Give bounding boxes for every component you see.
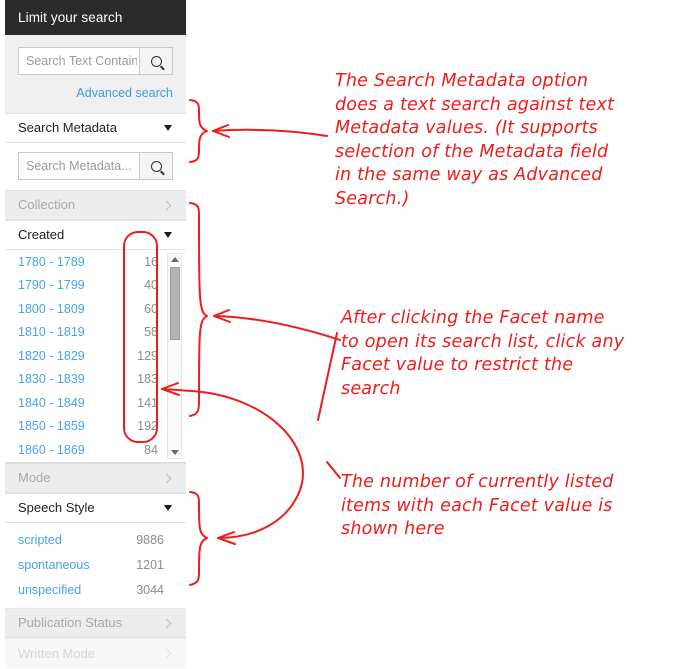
created-facet-row[interactable]: 1860 - 1869 84 [5, 438, 186, 462]
created-facet-count: 60 [144, 301, 158, 316]
created-facet-count: 192 [137, 419, 158, 434]
created-facet-count: 183 [137, 372, 158, 387]
facet-label-collection: Collection [18, 197, 76, 212]
brace-search-metadata [189, 99, 208, 163]
chevron-right-icon [161, 200, 172, 210]
speech-style-facet-row[interactable]: unspecified 3044 [5, 577, 186, 602]
panel-title: Limit your search [5, 0, 186, 35]
created-facet-count: 16 [144, 254, 158, 269]
limit-your-search-panel: Limit your search Advanced search Search… [0, 0, 186, 668]
annotation-note-facet-click: After clicking the Facet name to open it… [341, 308, 625, 399]
created-facet-row[interactable]: 1850 - 1859 192 [5, 415, 186, 439]
speech-style-facet-count: 1201 [136, 557, 164, 572]
created-facet-row[interactable]: 1800 - 1809 60 [5, 297, 186, 321]
facet-header-written-mode[interactable]: Written Mode [5, 638, 186, 668]
facet-header-created[interactable]: Created [5, 220, 186, 250]
created-facet-row[interactable]: 1810 - 1819 58 [5, 321, 186, 345]
created-facet-value[interactable]: 1780 - 1789 [18, 255, 85, 269]
speech-style-facet-count: 3044 [136, 582, 164, 597]
leader-note-facet-click [317, 332, 338, 421]
arrow-note-facet-click [213, 315, 341, 341]
speech-style-facet-value[interactable]: unspecified [18, 583, 81, 597]
speech-style-facet-row[interactable]: scripted 9886 [5, 527, 186, 552]
magnifier-icon [150, 55, 162, 67]
created-facet-row[interactable]: 1820 - 1829 129 [5, 344, 186, 368]
chevron-right-icon [161, 473, 172, 483]
brace-speech-style [189, 491, 208, 586]
chevron-down-icon [164, 505, 172, 511]
search-metadata-submit-button[interactable] [139, 153, 172, 179]
chevron-down-icon [164, 232, 172, 238]
created-facet-value-list: 1780 - 1789 16 1790 - 1799 40 1800 - 1809 60 1… [5, 250, 186, 463]
created-facet-count: 129 [137, 348, 158, 363]
scroll-up-arrow-icon[interactable] [168, 254, 181, 265]
created-facet-value[interactable]: 1820 - 1829 [18, 349, 85, 363]
created-facet-row[interactable]: 1830 - 1839 183 [5, 368, 186, 392]
advanced-search-link[interactable]: Advanced search [76, 86, 173, 100]
created-facet-count: 40 [144, 278, 158, 293]
created-facet-value[interactable]: 1850 - 1859 [18, 419, 85, 433]
search-text-input[interactable] [19, 48, 139, 74]
facet-label-search-metadata: Search Metadata [18, 120, 118, 135]
created-facet-value[interactable]: 1790 - 1799 [18, 278, 85, 292]
text-search-box [18, 47, 173, 75]
created-facet-value[interactable]: 1860 - 1869 [18, 443, 85, 457]
annotation-note-counts: The number of currently listed items wit… [341, 472, 614, 539]
magnifier-icon [150, 160, 162, 172]
created-facet-value[interactable]: 1830 - 1839 [18, 372, 85, 386]
created-facet-value[interactable]: 1810 - 1819 [18, 325, 85, 339]
facet-label-speech-style: Speech Style [18, 500, 95, 515]
arrowhead-curve-counts [217, 531, 236, 545]
facet-header-search-metadata[interactable]: Search Metadata [5, 113, 186, 143]
metadata-search-section [5, 143, 186, 190]
advanced-search-section: Advanced search [5, 84, 186, 113]
chevron-down-icon [164, 125, 172, 131]
facet-header-mode[interactable]: Mode [5, 463, 186, 493]
created-facet-count: 141 [137, 395, 158, 410]
arrowhead-note-metadata [212, 124, 230, 138]
speech-style-facet-row[interactable]: spontaneous 1201 [5, 552, 186, 577]
facet-label-publication-status: Publication Status [18, 615, 123, 630]
annotation-note-metadata: The Search Metadata option does a text s… [335, 71, 615, 209]
chevron-right-icon [161, 618, 172, 628]
chevron-right-icon [161, 648, 172, 659]
arrow-note-metadata [212, 128, 328, 137]
created-facet-row[interactable]: 1840 - 1849 141 [5, 391, 186, 415]
metadata-search-box [18, 152, 173, 180]
speech-style-facet-value[interactable]: scripted [18, 533, 62, 547]
panel-inner: Limit your search Advanced search Search… [5, 0, 186, 668]
text-search-section [5, 35, 186, 84]
brace-created-list [189, 202, 208, 417]
facet-header-publication-status[interactable]: Publication Status [5, 608, 186, 638]
search-text-submit-button[interactable] [139, 48, 172, 74]
search-metadata-input[interactable] [19, 153, 139, 179]
curve-counts-to-brace [191, 390, 304, 539]
speech-style-facet-count: 9886 [136, 532, 164, 547]
created-facet-count: 58 [144, 325, 158, 340]
facet-label-created: Created [18, 227, 65, 242]
created-facet-count: 84 [144, 442, 158, 457]
facet-header-speech-style[interactable]: Speech Style [5, 493, 186, 523]
created-facet-value[interactable]: 1800 - 1809 [18, 302, 85, 316]
created-facet-value[interactable]: 1840 - 1849 [18, 396, 85, 410]
facet-header-collection[interactable]: Collection [5, 190, 186, 220]
facet-label-written-mode: Written Mode [18, 645, 96, 661]
scroll-down-arrow-icon[interactable] [168, 447, 181, 458]
leader-note-counts [326, 461, 341, 479]
speech-style-facet-value-list: scripted 9886 spontaneous 1201 unspecified 30… [5, 523, 186, 608]
created-facet-row[interactable]: 1780 - 1789 16 [5, 250, 186, 274]
created-facet-row[interactable]: 1790 - 1799 40 [5, 274, 186, 298]
speech-style-facet-value[interactable]: spontaneous [18, 558, 90, 572]
scrollbar-thumb[interactable] [169, 267, 180, 340]
facet-label-mode: Mode [18, 470, 51, 485]
arrowhead-note-facet-click [213, 309, 231, 323]
created-list-scrollbar[interactable] [167, 253, 182, 459]
